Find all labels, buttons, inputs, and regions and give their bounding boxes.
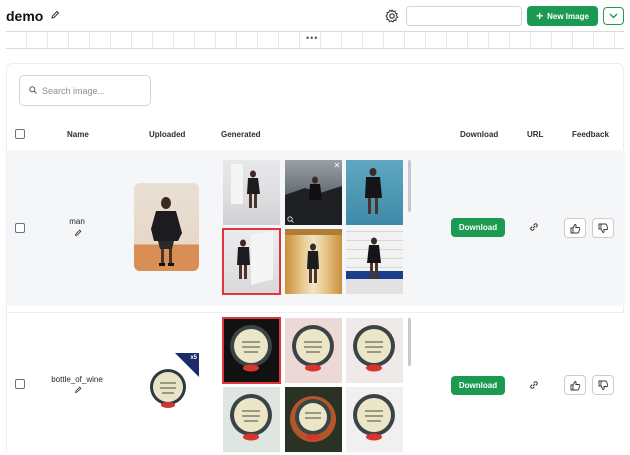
images-panel: Name Uploaded Generated Download URL Fee…	[6, 63, 625, 455]
dropdown-button[interactable]	[603, 7, 624, 25]
generated-scrollbar[interactable]	[408, 318, 411, 366]
generated-image[interactable]	[346, 318, 403, 383]
generated-image-selected[interactable]	[222, 317, 281, 384]
generated-image[interactable]	[285, 387, 342, 452]
page-title: demo	[6, 8, 44, 24]
generated-scrollbar[interactable]	[408, 160, 411, 212]
column-header-name: Name	[67, 130, 89, 139]
search-input[interactable]	[42, 83, 146, 99]
plus-icon: +	[536, 9, 544, 23]
thumbs-up-button[interactable]	[564, 218, 586, 238]
generated-image[interactable]	[223, 160, 280, 225]
generated-image[interactable]	[285, 318, 342, 383]
download-button[interactable]: Download	[451, 218, 505, 237]
thumbs-up-icon	[570, 380, 580, 390]
generated-image[interactable]	[346, 387, 403, 452]
link-icon[interactable]	[529, 222, 539, 232]
generated-image[interactable]	[346, 160, 403, 225]
chevron-down-icon	[609, 13, 618, 19]
pencil-icon[interactable]	[50, 10, 60, 20]
pencil-icon[interactable]	[74, 386, 82, 394]
thumbs-down-button[interactable]	[592, 375, 614, 395]
uploaded-image[interactable]: x5	[134, 353, 199, 418]
thumbs-up-button[interactable]	[564, 375, 586, 395]
band-dots: •••	[306, 33, 319, 43]
column-header-generated: Generated	[221, 130, 261, 139]
uploaded-image[interactable]	[134, 183, 199, 271]
row-name: bottle_of_wine	[51, 375, 103, 384]
table-row: bottle_of_wine x5 Download	[7, 312, 625, 455]
generated-image[interactable]	[285, 160, 342, 225]
table-row: man Download	[7, 150, 625, 306]
column-header-uploaded: Uploaded	[149, 130, 186, 139]
generated-image[interactable]	[223, 387, 280, 452]
grid-band: •••	[6, 31, 624, 49]
generated-image-selected[interactable]	[222, 228, 281, 295]
generated-image[interactable]	[285, 229, 342, 294]
search-box[interactable]	[19, 75, 151, 106]
close-icon[interactable]	[334, 162, 340, 168]
count-badge-label: x5	[190, 355, 197, 361]
row-checkbox[interactable]	[15, 223, 25, 233]
thumbs-down-icon	[598, 380, 608, 390]
new-image-button[interactable]: + New Image	[527, 6, 598, 26]
new-image-label: New Image	[547, 11, 589, 21]
link-icon[interactable]	[529, 380, 539, 390]
column-header-feedback: Feedback	[572, 130, 609, 139]
row-name: man	[69, 217, 85, 226]
thumbs-down-icon	[598, 223, 608, 233]
column-header-url: URL	[527, 130, 544, 139]
download-button[interactable]: Download	[451, 376, 505, 395]
column-header-download: Download	[460, 130, 499, 139]
thumbs-down-button[interactable]	[592, 218, 614, 238]
thumbs-up-icon	[570, 223, 580, 233]
select-all-checkbox[interactable]	[15, 129, 25, 139]
row-checkbox[interactable]	[15, 379, 25, 389]
pencil-icon[interactable]	[74, 229, 82, 237]
name-input[interactable]	[406, 6, 522, 26]
top-bar: demo + New Image	[0, 0, 630, 32]
gear-icon[interactable]	[384, 8, 400, 24]
generated-image[interactable]	[346, 229, 403, 294]
search-icon	[29, 86, 37, 94]
